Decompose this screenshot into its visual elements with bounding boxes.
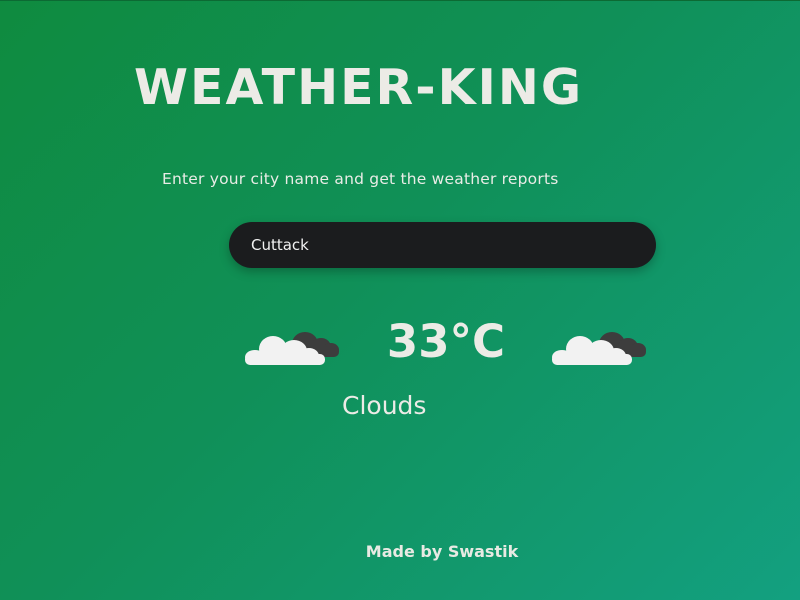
cloud-icon [552,332,646,365]
cloud-icon [245,332,339,365]
search-box[interactable] [229,222,656,268]
top-border [0,0,800,1]
city-search-input[interactable] [251,222,631,268]
app-title: WEATHER-KING [134,59,584,116]
app-subtitle: Enter your city name and get the weather… [162,170,559,188]
footer-credit: Made by Swastik [365,542,519,561]
temperature: 33°C [386,315,506,368]
weather-condition: Clouds [342,391,427,420]
weather-summary: 33°C [239,315,659,370]
